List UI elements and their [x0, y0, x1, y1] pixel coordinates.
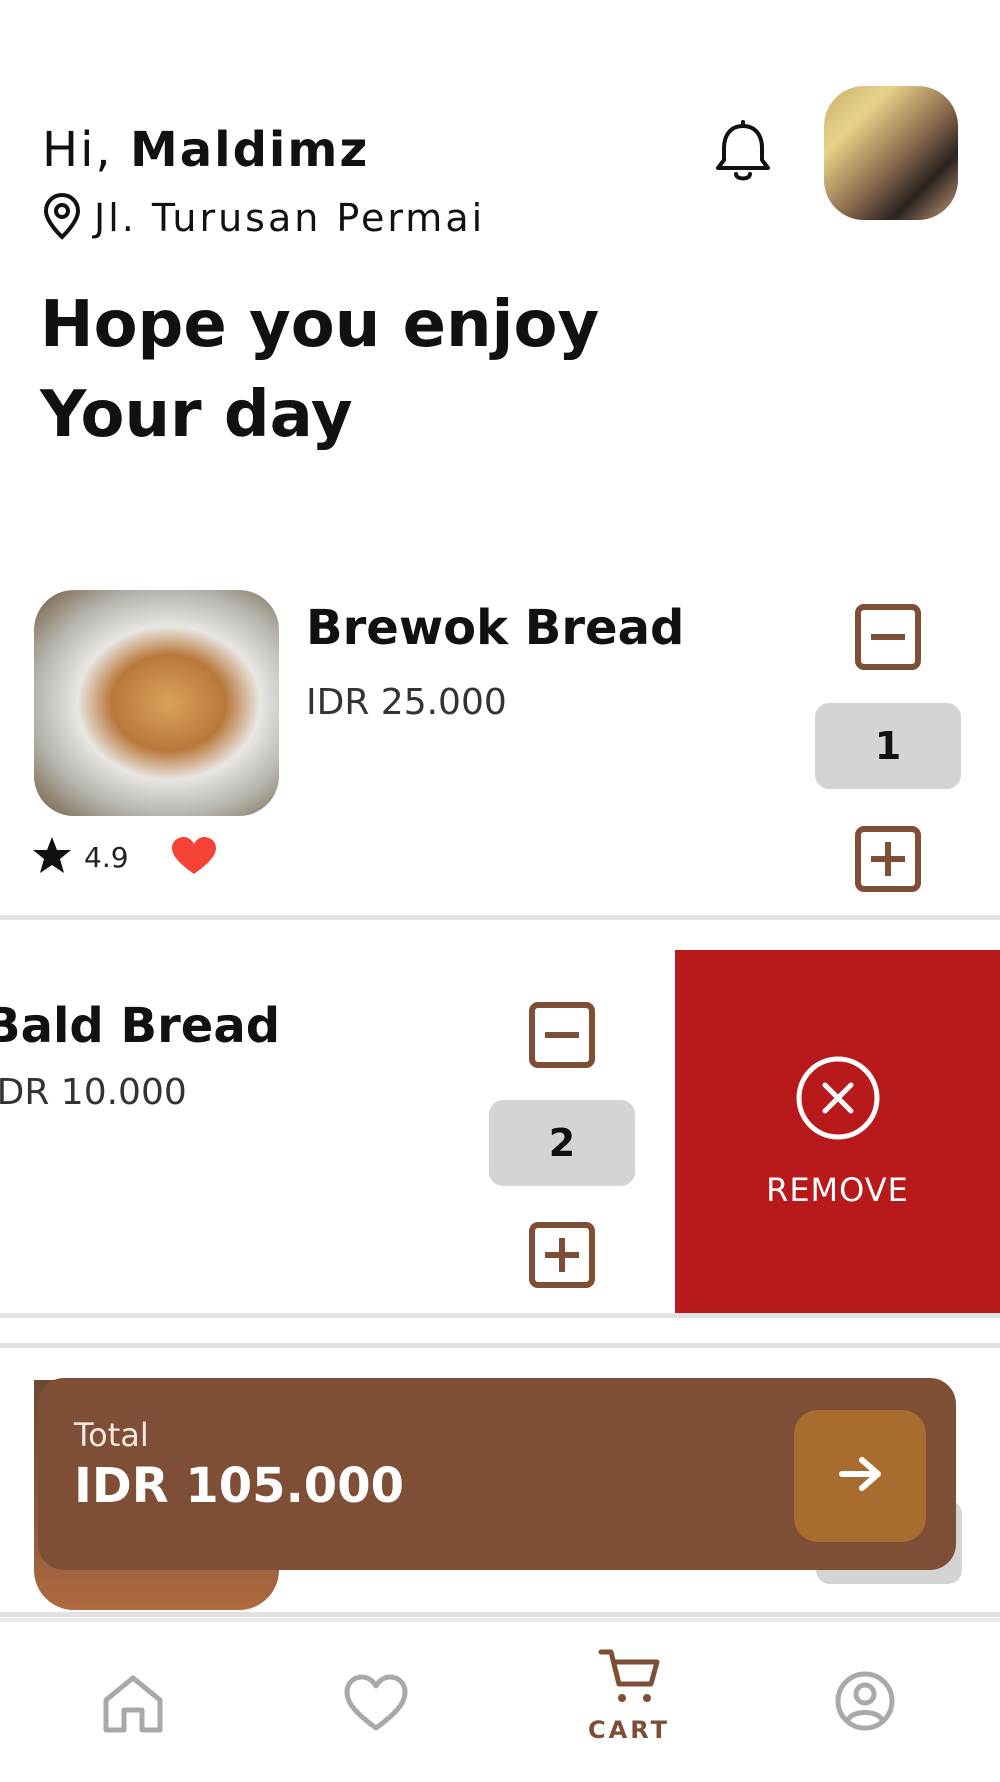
remove-button[interactable]: REMOVE [675, 950, 1000, 1313]
rating: 4.9 [32, 836, 129, 878]
product-name: Bald Bread [0, 998, 281, 1054]
total-bar: Total IDR 105.000 [38, 1378, 956, 1570]
cart-icon [597, 1646, 661, 1710]
remove-label: REMOVE [766, 1170, 909, 1209]
bell-icon [712, 120, 774, 188]
plus-icon [855, 826, 921, 896]
headline-line-2: Your day [40, 378, 353, 452]
increase-button[interactable] [529, 1222, 595, 1288]
home-icon [100, 1672, 166, 1738]
star-icon [32, 836, 72, 878]
divider [0, 1313, 1000, 1318]
location-text: Jl. Turusan Permai [94, 196, 486, 240]
avatar[interactable] [824, 86, 958, 220]
divider [0, 1612, 1000, 1617]
user-name: Maldimz [129, 122, 370, 178]
nav-favorites[interactable] [343, 1674, 409, 1736]
decrease-button[interactable] [529, 1002, 595, 1068]
favorite-button[interactable] [170, 836, 218, 880]
bottom-nav: CART [0, 1618, 1000, 1782]
page-headline: Hope you enjoy Your day [40, 280, 599, 460]
notification-button[interactable] [712, 120, 774, 184]
product-name: Brewok Bread [306, 600, 685, 656]
close-circle-icon [795, 1055, 881, 1145]
nav-home[interactable] [100, 1672, 166, 1738]
quantity-value: 1 [815, 703, 961, 789]
location-pin-icon [42, 192, 82, 244]
cart-item[interactable]: Bald Bread IDR 10.000 2 [0, 950, 675, 1313]
location[interactable]: Jl. Turusan Permai [42, 192, 485, 244]
decrease-button[interactable] [855, 604, 921, 670]
arrow-right-icon [836, 1452, 884, 1500]
nav-profile[interactable] [834, 1670, 896, 1736]
greeting-text: Hi, [42, 122, 113, 178]
minus-icon [855, 604, 921, 674]
headline-line-1: Hope you enjoy [40, 288, 600, 362]
user-icon [834, 1670, 896, 1736]
checkout-button[interactable] [794, 1410, 926, 1542]
nav-cart[interactable]: CART [588, 1646, 670, 1744]
nav-cart-label: CART [588, 1716, 670, 1744]
plus-icon [529, 1222, 595, 1292]
product-price: IDR 25.000 [306, 682, 507, 723]
total-label: Total [74, 1416, 149, 1454]
greeting: Hi, Maldimz [42, 122, 369, 178]
minus-icon [529, 1002, 595, 1072]
divider [0, 915, 1000, 920]
increase-button[interactable] [855, 826, 921, 892]
rating-value: 4.9 [84, 840, 129, 874]
product-image [34, 590, 279, 816]
divider [0, 1343, 1000, 1348]
heart-icon [170, 837, 218, 880]
product-price: IDR 10.000 [0, 1072, 187, 1113]
cart-item[interactable]: Brewok Bread IDR 25.000 4.9 1 [0, 590, 1000, 915]
heart-icon [343, 1674, 409, 1736]
quantity-value: 2 [489, 1100, 635, 1186]
total-value: IDR 105.000 [74, 1458, 404, 1514]
